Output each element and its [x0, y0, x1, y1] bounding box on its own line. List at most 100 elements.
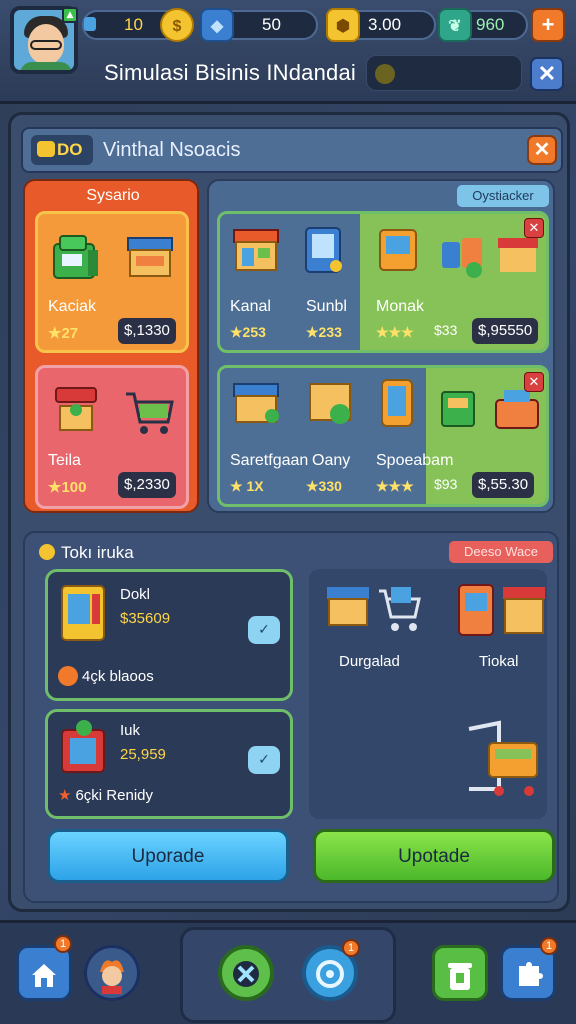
trash-bin-icon	[448, 963, 472, 990]
gem-icon: ◆	[200, 8, 234, 42]
compass-icon	[316, 960, 344, 988]
bottom-nav: 1 1 1	[0, 920, 576, 1024]
item-footer: 4çk blaoos	[58, 666, 154, 686]
level-badge-icon: ▲	[62, 7, 78, 23]
confirm-bubble-icon[interactable]: ✓	[248, 746, 280, 774]
game-title: Simulasi Bisinis INdandai	[104, 60, 356, 85]
avatar-glasses	[30, 40, 62, 50]
item-value: 25,959	[120, 746, 166, 763]
close-top-button[interactable]: ✕	[530, 57, 564, 91]
profile-avatar-icon	[100, 960, 124, 994]
row-item-name: Spoeabam	[376, 452, 454, 469]
confirm-bubble-icon[interactable]: ✓	[248, 616, 280, 644]
row-item-name: Sunbl	[306, 298, 347, 315]
item-name: Iuk	[120, 722, 141, 739]
upgrade-section: Tokı iruka Deeso Wace Dokl $35609 ✓ 4çk …	[23, 531, 559, 903]
home-button[interactable]	[16, 945, 72, 1001]
leaves-value: 960	[476, 15, 505, 34]
upgrade-button-right[interactable]: Upotade	[313, 829, 555, 883]
row-close-button[interactable]: ✕	[524, 372, 544, 392]
card-price: $,2330	[118, 472, 176, 498]
section-title: Tokı iruka	[39, 543, 134, 563]
business-row-2[interactable]: ✕ Saretfgaan Oany Spoeabam ★ 1X ★330 ★★★…	[217, 365, 549, 507]
row-item-name: Oany	[312, 452, 351, 469]
home-icon	[32, 964, 56, 987]
star-icon: ★	[58, 787, 72, 804]
progress-slot	[366, 55, 522, 91]
cart-preview-icon	[379, 587, 421, 631]
business-column: Oystiacker ✕ Kanal Sunbl Monak ★253 ★233…	[207, 179, 555, 513]
row-price: $,55.30	[472, 472, 535, 498]
jar-goods-icon	[442, 238, 482, 278]
item-footer: ★ 6çki Renidy	[58, 786, 153, 804]
quests-notification-badge: 1	[342, 939, 360, 957]
item-footer-label: 4çk blaoos	[82, 668, 154, 685]
row-item-name: Monak	[376, 298, 425, 315]
item-name: Dokl	[120, 586, 151, 603]
row-price-small: $93	[434, 476, 458, 492]
gems-counter[interactable]: ◆ 50	[200, 8, 318, 42]
gold-counter[interactable]: ⬢ 3.00	[326, 8, 436, 42]
profile-button[interactable]	[84, 945, 140, 1001]
crossed-tools-icon	[233, 961, 259, 987]
puzzle-icon	[519, 962, 543, 986]
preview-label-right: Tiokal	[479, 653, 519, 670]
row-item-stars: ★★★	[376, 478, 414, 494]
row-item-stars: ★★★	[376, 324, 414, 340]
card-stars: ★27	[48, 325, 79, 342]
gold-value: 3.00	[368, 15, 402, 34]
card-name: Teila	[48, 452, 81, 469]
section-tag: Deeso Wace	[449, 541, 553, 563]
vending-machine-icon	[61, 585, 105, 641]
upgrade-button-left[interactable]: Uporade	[47, 829, 289, 883]
puzzle-notification-badge: 1	[540, 937, 558, 955]
hand-icon	[37, 141, 55, 157]
row-price: $,95550	[472, 318, 539, 344]
shop-panel: DO Vinthal Nsoacis ✕ Sysario Kaciak ★27 …	[8, 112, 570, 912]
coins-value: 10	[124, 15, 143, 34]
row-item-stars: ★330	[306, 478, 342, 494]
shopping-cart-icon	[126, 392, 174, 434]
atm-kiosk-icon	[53, 235, 98, 279]
leaves-counter[interactable]: ❦ 960	[438, 8, 528, 42]
inventory-button[interactable]	[432, 945, 488, 1001]
gold-shield-icon: ⬢	[326, 8, 360, 42]
phone-shop-icon	[381, 379, 413, 427]
gift-sign-icon	[55, 387, 97, 431]
timer-icon	[58, 666, 78, 686]
home-notification-badge: 1	[54, 935, 72, 953]
item-footer-label: 6çki Renidy	[75, 787, 153, 804]
row-close-button[interactable]: ✕	[524, 218, 544, 238]
upgrade-item-1[interactable]: Dokl $35609 ✓ 4çk blaoos	[45, 569, 293, 701]
gems-value: 50	[262, 15, 281, 34]
add-currency-button[interactable]: +	[531, 8, 565, 42]
row-item-stars: ★ 1X	[230, 478, 264, 494]
clover-shop-icon	[309, 383, 351, 424]
shop-card-teila[interactable]: Teila ★100 $,2330	[35, 365, 189, 509]
row-item-stars: ★233	[306, 324, 342, 340]
preview-area: Durgalad Tiokal	[309, 569, 547, 819]
panel-close-button[interactable]: ✕	[527, 135, 557, 165]
green-book-icon	[441, 391, 475, 427]
panel-title: Vinthal Nsoacis	[103, 139, 241, 161]
item-value: $35609	[120, 610, 171, 627]
shop-preview-icon	[503, 587, 545, 634]
leaf-icon: ❦	[438, 8, 472, 42]
upgrade-item-2[interactable]: Iuk 25,959 ✓ ★ 6çki Renidy	[45, 709, 293, 819]
card-stars: ★100	[48, 479, 87, 496]
header-badge: DO	[31, 135, 93, 165]
avatar-shirt	[20, 62, 72, 70]
tools-button[interactable]	[218, 945, 274, 1001]
business-row-1[interactable]: ✕ Kanal Sunbl Monak ★253 ★233 ★★★ $33 $,…	[217, 211, 549, 353]
coins-counter[interactable]: 10 $	[82, 8, 194, 42]
header-badge-label: DO	[57, 140, 83, 159]
row-item-name: Saretfgaan	[230, 452, 309, 469]
counter-cart-icon	[468, 720, 538, 796]
shop-card-kaciak[interactable]: Kaciak ★27 $,1330	[35, 211, 189, 353]
center-nav-group	[180, 927, 396, 1023]
panel-header: DO Vinthal Nsoacis ✕	[21, 127, 563, 173]
market-stall-icon	[233, 383, 279, 423]
category-label: Sysario	[86, 187, 140, 204]
row-item-name: Kanal	[230, 298, 271, 315]
shop-stall-icon	[127, 237, 173, 277]
